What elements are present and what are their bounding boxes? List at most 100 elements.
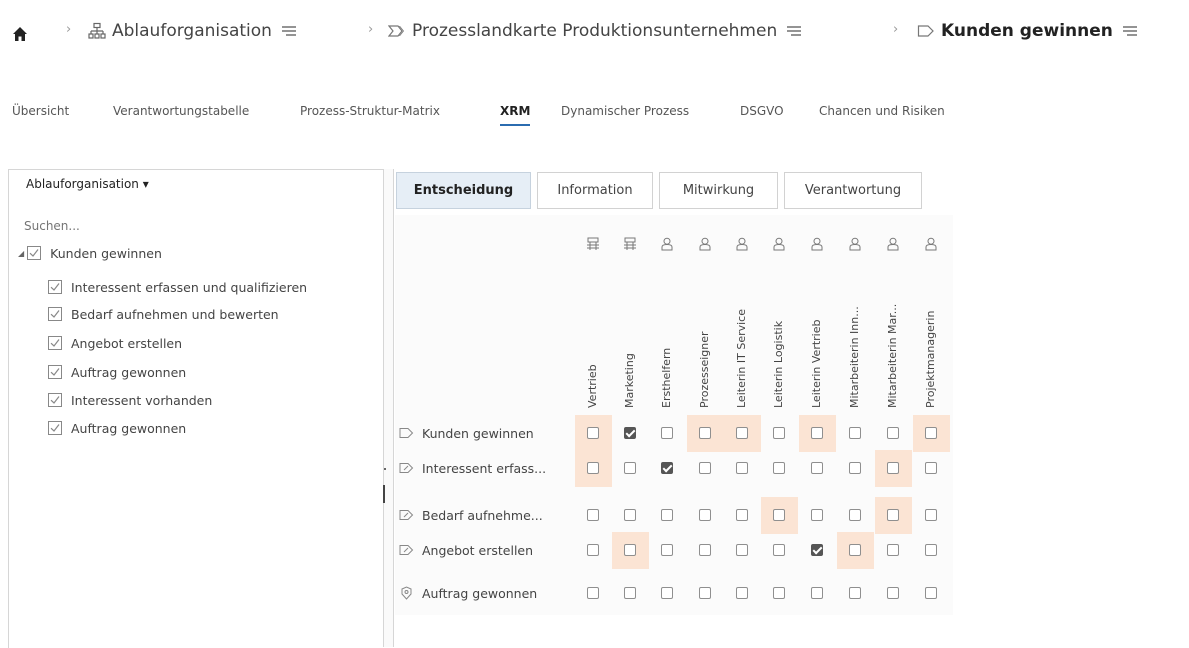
matrix-checkbox[interactable]	[624, 462, 636, 474]
matrix-checkbox[interactable]	[925, 427, 937, 439]
matrix-checkbox[interactable]	[661, 544, 673, 556]
matrix-checkbox[interactable]	[887, 427, 899, 439]
breadcrumb-item-kunden-gewinnen[interactable]: Kunden gewinnen	[917, 16, 1138, 46]
matrix-checkbox[interactable]	[699, 587, 711, 599]
tree-item[interactable]: ◢ Kunden gewinnen	[18, 244, 162, 262]
matrix-checkbox[interactable]	[811, 509, 823, 521]
tab-xrm[interactable]: XRM	[500, 104, 531, 126]
role-tab-information[interactable]: Information	[537, 172, 653, 209]
matrix-checkbox[interactable]	[925, 462, 937, 474]
breadcrumb-label: Prozesslandkarte Produktionsunternehmen	[412, 21, 778, 41]
matrix-checkbox[interactable]	[736, 462, 748, 474]
role-tab-verantwortung[interactable]: Verantwortung	[784, 172, 922, 209]
matrix-checkbox[interactable]	[587, 544, 599, 556]
matrix-checkbox[interactable]	[624, 427, 636, 439]
checkbox-icon[interactable]	[48, 365, 62, 379]
matrix-checkbox[interactable]	[811, 544, 823, 556]
matrix-checkbox[interactable]	[661, 587, 673, 599]
tab-chancen-und-risiken[interactable]: Chancen und Risiken	[819, 104, 945, 118]
tab-uebersicht[interactable]: Übersicht	[12, 104, 69, 118]
home-icon[interactable]	[12, 26, 28, 42]
matrix-checkbox[interactable]	[699, 509, 711, 521]
role-icon	[698, 236, 712, 251]
menu-icon[interactable]	[281, 24, 297, 38]
matrix-checkbox[interactable]	[887, 509, 899, 521]
tab-verantwortungstabelle[interactable]: Verantwortungstabelle	[113, 104, 249, 118]
tree-item[interactable]: Angebot erstellen	[48, 334, 182, 352]
tree-item[interactable]: Interessent erfassen und qualifizieren	[48, 278, 307, 296]
process-map-icon	[388, 25, 404, 37]
matrix-checkbox[interactable]	[624, 509, 636, 521]
matrix-checkbox[interactable]	[887, 587, 899, 599]
collapse-icon[interactable]: ◢	[18, 249, 24, 258]
matrix-checkbox[interactable]	[699, 427, 711, 439]
matrix-checkbox[interactable]	[849, 462, 861, 474]
matrix-checkbox[interactable]	[773, 544, 785, 556]
matrix-checkbox[interactable]	[811, 427, 823, 439]
checkbox-icon[interactable]	[27, 246, 42, 260]
splitter-grip[interactable]	[383, 485, 385, 503]
matrix-checkbox[interactable]	[849, 544, 861, 556]
matrix-checkbox[interactable]	[699, 462, 711, 474]
matrix-checkbox[interactable]	[773, 427, 785, 439]
checkbox-icon[interactable]	[48, 336, 62, 350]
tree-item[interactable]: Bedarf aufnehmen und bewerten	[48, 305, 279, 323]
row-label: Angebot erstellen	[422, 542, 534, 558]
tree-panel-title[interactable]: Ablauforganisation ▾	[26, 177, 149, 191]
matrix-checkbox[interactable]	[925, 544, 937, 556]
role-tab-mitwirkung[interactable]: Mitwirkung	[659, 172, 778, 209]
matrix-checkbox[interactable]	[925, 587, 937, 599]
matrix-checkbox[interactable]	[736, 509, 748, 521]
matrix-checkbox[interactable]	[849, 587, 861, 599]
tab-dsgvo[interactable]: DSGVO	[740, 104, 784, 118]
tree-item[interactable]: Interessent vorhanden	[48, 391, 212, 409]
tab-prozess-struktur-matrix[interactable]: Prozess-Struktur-Matrix	[300, 104, 440, 118]
matrix-checkbox[interactable]	[587, 587, 599, 599]
role-icon	[924, 236, 938, 251]
matrix-checkbox[interactable]	[887, 462, 899, 474]
matrix-checkbox[interactable]	[624, 544, 636, 556]
breadcrumb-item-prozesslandkarte[interactable]: Prozesslandkarte Produktionsunternehmen	[388, 16, 802, 46]
search-input[interactable]	[24, 219, 224, 233]
matrix-checkbox[interactable]	[587, 462, 599, 474]
tree-item[interactable]: Auftrag gewonnen	[48, 363, 186, 381]
checkbox-icon[interactable]	[48, 393, 62, 407]
matrix-checkbox[interactable]	[773, 509, 785, 521]
role-tab-entscheidung[interactable]: Entscheidung	[396, 172, 531, 209]
panel-splitter[interactable]	[383, 169, 394, 647]
breadcrumb-item-ablauforganisation[interactable]: Ablauforganisation	[88, 16, 297, 46]
column-header: Mitarbeiterin Mar...	[886, 303, 899, 408]
checkbox-icon[interactable]	[48, 307, 62, 321]
matrix-checkbox[interactable]	[925, 509, 937, 521]
matrix-checkbox[interactable]	[587, 509, 599, 521]
matrix-checkbox[interactable]	[699, 544, 711, 556]
matrix-checkbox[interactable]	[849, 509, 861, 521]
tab-dynamischer-prozess[interactable]: Dynamischer Prozess	[561, 104, 689, 118]
matrix-checkbox[interactable]	[887, 544, 899, 556]
menu-icon[interactable]	[786, 24, 802, 38]
matrix-checkbox[interactable]	[736, 587, 748, 599]
matrix-checkbox[interactable]	[661, 427, 673, 439]
matrix-checkbox[interactable]	[587, 427, 599, 439]
activity-icon	[399, 543, 414, 557]
breadcrumb-label: Ablauforganisation	[112, 21, 272, 41]
matrix-checkbox[interactable]	[661, 509, 673, 521]
checkbox-icon[interactable]	[48, 280, 62, 294]
row-header: Kunden gewinnen	[399, 423, 534, 443]
menu-icon[interactable]	[1122, 24, 1138, 38]
matrix-checkbox[interactable]	[811, 462, 823, 474]
matrix-checkbox[interactable]	[661, 462, 673, 474]
activity-icon	[399, 461, 414, 475]
matrix-checkbox[interactable]	[736, 427, 748, 439]
matrix-checkbox[interactable]	[811, 587, 823, 599]
checkbox-icon[interactable]	[48, 421, 62, 435]
row-label: Interessent erfass...	[422, 460, 547, 476]
column-header: Mitarbeiterin Inn...	[848, 306, 861, 408]
column-header: Leiterin Logistik	[772, 320, 785, 408]
matrix-checkbox[interactable]	[773, 462, 785, 474]
matrix-checkbox[interactable]	[849, 427, 861, 439]
tree-item[interactable]: Auftrag gewonnen	[48, 419, 186, 437]
matrix-checkbox[interactable]	[773, 587, 785, 599]
matrix-checkbox[interactable]	[736, 544, 748, 556]
matrix-checkbox[interactable]	[624, 587, 636, 599]
